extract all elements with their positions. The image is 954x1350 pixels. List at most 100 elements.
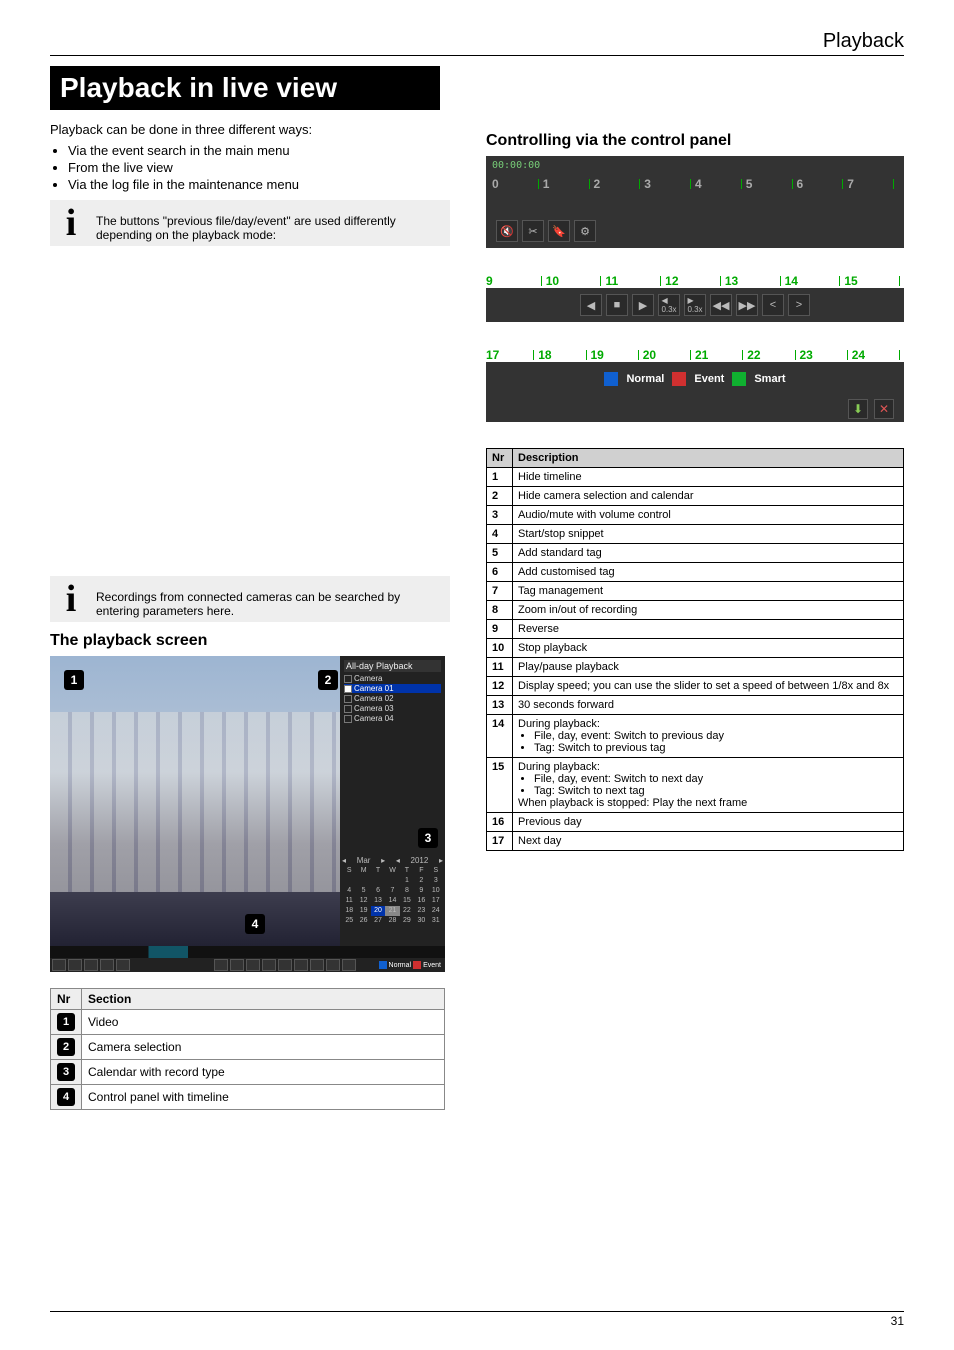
ov-num: 2 xyxy=(51,1035,82,1060)
desc: Add customised tag xyxy=(513,563,904,582)
prev-month-icon[interactable]: ◂ xyxy=(342,856,346,865)
toolbar-row: 🔇 ✂ 🔖 ⚙ xyxy=(486,214,904,248)
ov-label: Video xyxy=(82,1010,445,1035)
page-title: Playback in live view xyxy=(50,66,440,110)
desc: Stop playback xyxy=(513,639,904,658)
export-icon[interactable]: ⬇ xyxy=(848,399,868,419)
playback-screen-heading: The playback screen xyxy=(50,632,450,650)
intro: Playback can be done in three different … xyxy=(50,122,450,137)
reverse-button[interactable]: ◀ xyxy=(580,294,602,316)
callout-2: 2 xyxy=(318,670,338,690)
ov-num: 4 xyxy=(51,1085,82,1110)
stop-button[interactable]: ■ xyxy=(606,294,628,316)
legend: Normal Event Smart xyxy=(604,372,785,386)
way-item: Via the log file in the maintenance menu xyxy=(68,177,450,192)
skip-back-button[interactable]: ◀◀ xyxy=(710,294,732,316)
ctl-button[interactable] xyxy=(246,959,260,971)
header-section: Playback xyxy=(823,30,904,52)
note-text: Recordings from connected cameras can be… xyxy=(96,580,444,618)
speed-down-button[interactable]: ◀0.3x xyxy=(658,294,680,316)
prev-day-button[interactable]: < xyxy=(762,294,784,316)
ov-num: 3 xyxy=(51,1060,82,1085)
timeline[interactable] xyxy=(50,946,445,958)
desc: 30 seconds forward xyxy=(513,696,904,715)
note-text: The buttons "previous file/day/event" ar… xyxy=(96,204,444,242)
ov-label: Camera selection xyxy=(82,1035,445,1060)
ctl-button[interactable] xyxy=(214,959,228,971)
ctl-button[interactable] xyxy=(116,959,130,971)
footer-bar: ⬇ ✕ xyxy=(486,396,904,422)
skip-fwd-button[interactable]: ▶▶ xyxy=(736,294,758,316)
ctl-heading: Controlling via the control panel xyxy=(486,132,904,150)
close-icon[interactable]: ✕ xyxy=(874,399,894,419)
strip-1: 00:00:00 0 1 2 3 4 5 6 7 🔇 ✂ 🔖 ⚙ xyxy=(486,156,904,248)
ctl-button[interactable] xyxy=(278,959,292,971)
desc: During playback: File, day, event: Switc… xyxy=(513,715,904,758)
prev-year-icon[interactable]: ◂ xyxy=(396,856,400,865)
calendar: ◂ Mar ▸ ◂ 2012 ▸ SMTWTFS 123 45678910 11… xyxy=(340,854,445,946)
col-desc: Description xyxy=(513,449,904,468)
ctl-button[interactable] xyxy=(230,959,244,971)
ctl-button[interactable] xyxy=(326,959,340,971)
control-desc-table: Nr Description 1Hide timeline 2Hide came… xyxy=(486,448,904,851)
building-graphic xyxy=(50,712,340,892)
desc: Display speed; you can use the slider to… xyxy=(513,677,904,696)
year-label: 2012 xyxy=(411,856,429,865)
ctl-button[interactable] xyxy=(84,959,98,971)
tag-button[interactable]: 🔖 xyxy=(548,220,570,242)
days-grid: 123 45678910 11121314151617 181920212223… xyxy=(342,876,443,926)
ctl-button[interactable] xyxy=(342,959,356,971)
desc: During playback: File, day, event: Switc… xyxy=(513,758,904,813)
desc: Hide camera selection and calendar xyxy=(513,487,904,506)
page-number: 31 xyxy=(891,1314,904,1328)
audio-button[interactable]: 🔇 xyxy=(496,220,518,242)
snippet-button[interactable]: ✂ xyxy=(522,220,544,242)
settings-button[interactable]: ⚙ xyxy=(574,220,596,242)
ctl-button[interactable] xyxy=(68,959,82,971)
desc: Play/pause playback xyxy=(513,658,904,677)
panel-title: All-day Playback xyxy=(344,660,441,672)
ctl-button[interactable] xyxy=(100,959,114,971)
ov-num: 1 xyxy=(51,1010,82,1035)
video-area xyxy=(50,656,340,946)
legend-bar: Normal Event Smart xyxy=(486,362,904,396)
callout-3: 3 xyxy=(418,828,438,848)
camera-item[interactable]: Camera 04 xyxy=(344,714,441,723)
desc: Hide timeline xyxy=(513,468,904,487)
next-year-icon[interactable]: ▸ xyxy=(439,856,443,865)
desc: Zoom in/out of recording xyxy=(513,601,904,620)
right-column: Controlling via the control panel 00:00:… xyxy=(486,122,904,851)
ov-label: Calendar with record type xyxy=(82,1060,445,1085)
next-day-button[interactable]: > xyxy=(788,294,810,316)
next-month-icon[interactable]: ▸ xyxy=(381,856,385,865)
overview-table: Nr Section 1Video 2Camera selection 3Cal… xyxy=(50,988,445,1110)
control-panel: Normal Event xyxy=(50,946,445,972)
info-icon: i xyxy=(56,580,86,618)
col-section: Section xyxy=(82,989,445,1010)
col-nr: Nr xyxy=(51,989,82,1010)
playback-buttons-row: ◀ ■ ▶ ◀0.3x ▶0.3x ◀◀ ▶▶ < > xyxy=(486,288,904,322)
camera-item[interactable]: Camera 03 xyxy=(344,704,441,713)
desc: Tag management xyxy=(513,582,904,601)
way-item: Via the event search in the main menu xyxy=(68,143,450,158)
camera-item[interactable]: Camera 02 xyxy=(344,694,441,703)
index-row: 17 18 19 20 21 22 23 24 xyxy=(486,348,904,362)
callout-1: 1 xyxy=(64,670,84,690)
desc: Start/stop snippet xyxy=(513,525,904,544)
desc: Previous day xyxy=(513,813,904,832)
play-button[interactable]: ▶ xyxy=(632,294,654,316)
timeline-bar: 00:00:00 0 1 2 3 4 5 6 7 xyxy=(486,156,904,214)
ov-label: Control panel with timeline xyxy=(82,1085,445,1110)
note: i The buttons "previous file/day/event" … xyxy=(50,200,450,246)
ctl-button[interactable] xyxy=(52,959,66,971)
ctl-button[interactable] xyxy=(262,959,276,971)
callout-4: 4 xyxy=(245,914,265,934)
way-item: From the live view xyxy=(68,160,450,175)
strip-2: 9 10 11 12 13 14 15 ◀ ■ ▶ ◀0.3x ▶0.3x ◀◀… xyxy=(486,274,904,322)
speed-up-button[interactable]: ▶0.3x xyxy=(684,294,706,316)
camera-item[interactable]: Camera 01 xyxy=(344,684,441,693)
desc: Add standard tag xyxy=(513,544,904,563)
ctl-button[interactable] xyxy=(294,959,308,971)
desc: Reverse xyxy=(513,620,904,639)
ctl-button[interactable] xyxy=(310,959,324,971)
